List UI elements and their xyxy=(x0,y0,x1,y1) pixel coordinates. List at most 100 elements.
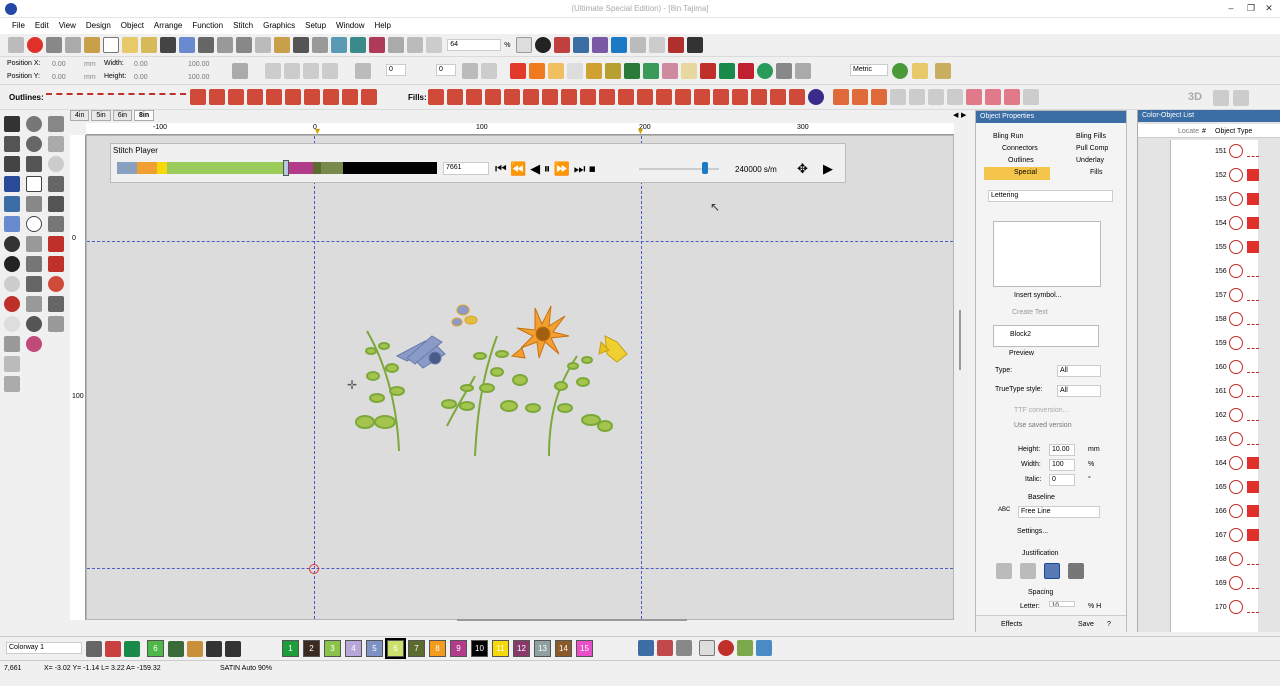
fill-style-12-icon[interactable] xyxy=(637,89,653,105)
rotate-angle-input[interactable]: 0 xyxy=(386,64,406,76)
colorway-select[interactable]: Colorway 1 xyxy=(6,642,82,654)
truetype-style-select[interactable]: All xyxy=(1057,385,1101,397)
align-center-icon[interactable] xyxy=(284,63,300,79)
grid-settings-icon[interactable] xyxy=(515,37,532,53)
color-swatch[interactable]: 1 xyxy=(282,640,299,657)
menu-object[interactable]: Object xyxy=(116,18,149,30)
distribute-icon[interactable] xyxy=(322,63,338,79)
outline-style-1-icon[interactable] xyxy=(190,89,206,105)
tabs-scroll-right-icon[interactable]: ▶ xyxy=(961,111,966,119)
corner-icon[interactable] xyxy=(567,63,583,79)
rectangle-icon[interactable] xyxy=(26,176,42,192)
tab-pull-comp[interactable]: Pull Comp xyxy=(1076,145,1108,152)
zoom-in-icon[interactable] xyxy=(388,37,404,53)
fill-style-23-icon[interactable] xyxy=(871,89,887,105)
undo-icon[interactable] xyxy=(293,37,309,53)
menu-setup[interactable]: Setup xyxy=(300,18,331,30)
save-icon[interactable] xyxy=(160,37,176,53)
color-icon[interactable] xyxy=(553,37,570,53)
hoop-icon[interactable] xyxy=(331,37,347,53)
column-icon[interactable] xyxy=(586,63,602,79)
fill-style-2-icon[interactable] xyxy=(447,89,463,105)
list-item[interactable]: 163 xyxy=(1171,428,1259,452)
tatami-icon[interactable] xyxy=(529,63,545,79)
fill-style-15-icon[interactable] xyxy=(694,89,710,105)
pause-icon[interactable]: ⏸ xyxy=(544,161,551,176)
points-icon[interactable] xyxy=(4,356,20,372)
knife-icon[interactable] xyxy=(4,336,20,352)
fill-style-17-icon[interactable] xyxy=(732,89,748,105)
menu-view[interactable]: View xyxy=(54,18,81,30)
shirt-icon[interactable] xyxy=(719,63,735,79)
menu-window[interactable]: Window xyxy=(331,18,369,30)
closed-object-icon[interactable] xyxy=(4,276,20,292)
fill-style-3-icon[interactable] xyxy=(466,89,482,105)
menu-design[interactable]: Design xyxy=(81,18,116,30)
list-item[interactable]: 169 xyxy=(1171,572,1259,596)
fill-style-29-icon[interactable] xyxy=(985,89,1001,105)
menu-stitch[interactable]: Stitch xyxy=(228,18,258,30)
picture-icon[interactable] xyxy=(624,63,640,79)
outline-style-5-icon[interactable] xyxy=(266,89,282,105)
fill-style-19-icon[interactable] xyxy=(770,89,786,105)
open-folder-icon[interactable] xyxy=(122,37,138,53)
active-color-swatch[interactable]: 6 xyxy=(147,640,164,657)
fill-style-22-icon[interactable] xyxy=(852,89,868,105)
fill-style-8-icon[interactable] xyxy=(561,89,577,105)
hook-icon[interactable] xyxy=(48,216,64,232)
color-palette-icon[interactable] xyxy=(105,640,121,657)
fill-style-6-icon[interactable] xyxy=(523,89,539,105)
rewind-icon[interactable]: ⏪ xyxy=(510,161,526,176)
fill-style-21-icon[interactable] xyxy=(833,89,849,105)
fill-style-16-icon[interactable] xyxy=(713,89,729,105)
list-item[interactable]: 158 xyxy=(1171,308,1259,332)
color-swatch[interactable]: 8 xyxy=(429,640,446,657)
list-item[interactable]: 167 xyxy=(1171,524,1259,548)
select-icon[interactable] xyxy=(4,116,20,132)
first-stitch-icon[interactable]: ⏮ xyxy=(495,161,507,176)
add-color-icon[interactable] xyxy=(206,640,222,657)
rotate-tool-icon[interactable] xyxy=(26,116,42,132)
fill-style-14-icon[interactable] xyxy=(675,89,691,105)
motif-icon[interactable] xyxy=(548,63,564,79)
fill-style-5-icon[interactable] xyxy=(504,89,520,105)
slow-redraw-icon[interactable] xyxy=(591,37,608,53)
fill-style-11-icon[interactable] xyxy=(618,89,634,105)
list-item[interactable]: 155 xyxy=(1171,236,1259,260)
fill-style-9-icon[interactable] xyxy=(580,89,596,105)
outline-style-2-icon[interactable] xyxy=(209,89,225,105)
menu-function[interactable]: Function xyxy=(187,18,228,30)
flag-icon[interactable] xyxy=(48,296,64,312)
lock-proportions-icon[interactable] xyxy=(232,63,248,79)
table-icon[interactable] xyxy=(795,63,811,79)
thread-chart-icon[interactable] xyxy=(657,640,673,656)
list-item[interactable]: 161 xyxy=(1171,380,1259,404)
create-text-button[interactable]: Create Text xyxy=(1012,309,1048,316)
menu-help[interactable]: Help xyxy=(369,18,395,30)
paint-icon[interactable] xyxy=(187,640,203,657)
horizontal-scrollbar[interactable] xyxy=(457,619,687,621)
zoom-input[interactable]: 64 xyxy=(447,39,502,51)
hoop-view-icon[interactable] xyxy=(610,37,627,53)
3d-options-icon[interactable] xyxy=(1213,90,1229,106)
type-select[interactable]: All xyxy=(1057,365,1101,377)
library-icon[interactable] xyxy=(84,37,100,53)
pan-icon[interactable] xyxy=(426,37,442,53)
tab-special[interactable]: Special xyxy=(984,167,1050,180)
outline-stitch-strip[interactable] xyxy=(46,93,186,101)
embroidery-design[interactable] xyxy=(337,296,637,461)
menu-arrange[interactable]: Arrange xyxy=(149,18,187,30)
text-entry-box[interactable] xyxy=(993,221,1101,287)
lattice-icon[interactable] xyxy=(776,63,792,79)
digitize-icon[interactable] xyxy=(4,256,20,272)
object-list[interactable]: 151 152 153 154 155 156 157 158 159 160 161 162 163 1… xyxy=(1170,140,1259,632)
moon-icon[interactable] xyxy=(808,89,824,105)
list-item[interactable]: 160 xyxy=(1171,356,1259,380)
outline-style-6-icon[interactable] xyxy=(285,89,301,105)
eyedropper-icon[interactable] xyxy=(168,640,184,657)
circle-icon[interactable] xyxy=(757,63,773,79)
monogram-icon[interactable] xyxy=(4,196,20,212)
lettering-icon[interactable] xyxy=(4,176,20,192)
fill-style-7-icon[interactable] xyxy=(542,89,558,105)
color-swatch[interactable]: 3 xyxy=(324,640,341,657)
